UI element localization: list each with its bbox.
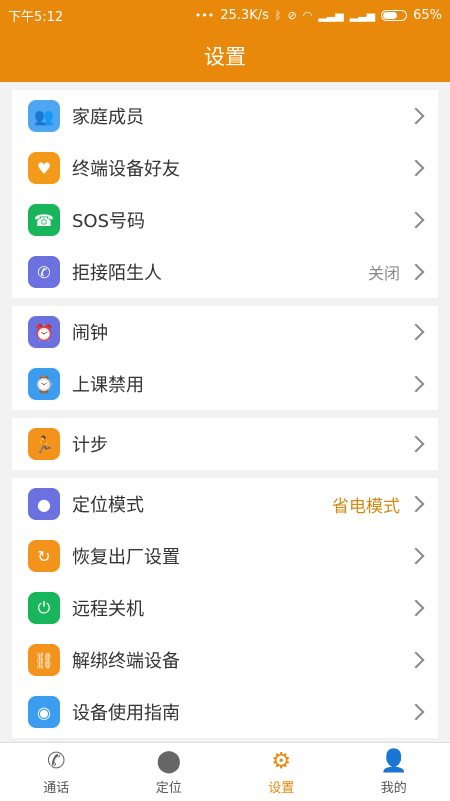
settings-item[interactable]: 👥 家庭成员 (12, 90, 438, 142)
network-speed: 25.3K/s (220, 8, 269, 23)
profile-icon: 👤 (381, 748, 407, 774)
tab-profile[interactable]: 👤 我的 (338, 743, 450, 801)
phone-icon: ✆ (43, 748, 69, 774)
chevron-right-icon (408, 264, 425, 281)
settings-item[interactable]: ⛓ 解绑终端设备 (12, 634, 438, 686)
settings-item[interactable]: ↻ 恢复出厂设置 (12, 530, 438, 582)
chevron-right-icon (408, 212, 425, 229)
settings-item-label: 解绑终端设备 (72, 647, 410, 673)
settings-group: 🏃 计步 (12, 418, 438, 470)
class-disable-icon: ⌚ (28, 368, 60, 400)
settings-item-label: 终端设备好友 (72, 155, 410, 181)
device-friend-icon: ♥ (28, 152, 60, 184)
settings-item-label: 家庭成员 (72, 103, 410, 129)
settings-item[interactable]: ⏰ 闹钟 (12, 306, 438, 358)
guide-icon: ◉ (28, 696, 60, 728)
alarm-icon: ⏰ (28, 316, 60, 348)
settings-item[interactable]: ♥ 终端设备好友 (12, 142, 438, 194)
chevron-right-icon (408, 376, 425, 393)
status-time: 下午5:12 (8, 6, 63, 25)
settings-item-label: 恢复出厂设置 (72, 543, 410, 569)
chevron-right-icon (408, 704, 425, 721)
settings-group: ● 定位模式省电模式 ↻ 恢复出厂设置 ⏻ 远程关机 ⛓ 解绑终端设备 ◉ 设备使用指南 (12, 478, 438, 738)
chevron-right-icon (408, 324, 425, 341)
chevron-right-icon (408, 436, 425, 453)
more-dots-icon: ••• (195, 9, 214, 22)
settings-item[interactable]: ☎ SOS号码 (12, 194, 438, 246)
mute-icon: ⊘ (287, 9, 296, 22)
tab-gear[interactable]: ⚙ 设置 (225, 743, 338, 801)
tab-label: 定位 (156, 777, 182, 796)
status-right: ••• 25.3K/s ᛒ ⊘ ◠ ▂▃▅ ▂▃▅ 65% (195, 8, 442, 23)
settings-item-label: 拒接陌生人 (72, 259, 368, 285)
page-title: 设置 (204, 41, 246, 71)
settings-item-value: 关闭 (368, 260, 400, 284)
reject-call-icon: ✆ (28, 256, 60, 288)
settings-item[interactable]: ⌚ 上课禁用 (12, 358, 438, 410)
settings-item-label: 定位模式 (72, 491, 332, 517)
family-icon: 👥 (28, 100, 60, 132)
settings-item-label: SOS号码 (72, 207, 410, 233)
factory-reset-icon: ↻ (28, 540, 60, 572)
bottom-tab-bar: ✆ 通话 ⬤ 定位 ⚙ 设置 👤 我的 (0, 742, 450, 801)
chevron-right-icon (408, 600, 425, 617)
settings-item[interactable]: ● 定位模式省电模式 (12, 478, 438, 530)
gear-icon: ⚙ (268, 748, 294, 774)
tab-label: 通话 (43, 777, 69, 796)
battery-percent: 65% (413, 8, 442, 23)
chevron-right-icon (408, 548, 425, 565)
settings-item[interactable]: ◉ 设备使用指南 (12, 686, 438, 738)
chevron-right-icon (408, 160, 425, 177)
settings-item[interactable]: ⏻ 远程关机 (12, 582, 438, 634)
signal-icon: ▂▃▅ (318, 9, 343, 22)
settings-item-label: 设备使用指南 (72, 699, 410, 725)
location-mode-icon: ● (28, 488, 60, 520)
battery-icon (381, 10, 407, 21)
chevron-right-icon (408, 652, 425, 669)
tab-label: 设置 (268, 777, 294, 796)
header: 设置 (0, 30, 450, 82)
chevron-right-icon (408, 496, 425, 513)
power-icon: ⏻ (28, 592, 60, 624)
tab-location-pin[interactable]: ⬤ 定位 (113, 743, 226, 801)
settings-item-value: 省电模式 (332, 492, 400, 517)
location-pin-icon: ⬤ (156, 748, 182, 774)
unbind-icon: ⛓ (28, 644, 60, 676)
settings-item-label: 闹钟 (72, 319, 410, 345)
settings-item-label: 上课禁用 (72, 371, 410, 397)
bluetooth-icon: ᛒ (275, 9, 282, 22)
status-bar: 下午5:12 ••• 25.3K/s ᛒ ⊘ ◠ ▂▃▅ ▂▃▅ 65% (0, 0, 450, 30)
step-counter-icon: 🏃 (28, 428, 60, 460)
tab-label: 我的 (381, 777, 407, 796)
settings-item[interactable]: 🏃 计步 (12, 418, 438, 470)
wifi-icon: ◠ (303, 9, 313, 22)
signal-icon-2: ▂▃▅ (350, 9, 375, 22)
settings-group: ⏰ 闹钟 ⌚ 上课禁用 (12, 306, 438, 410)
tab-phone[interactable]: ✆ 通话 (0, 743, 113, 801)
settings-group: 👥 家庭成员 ♥ 终端设备好友 ☎ SOS号码 ✆ 拒接陌生人关闭 (12, 90, 438, 298)
chevron-right-icon (408, 108, 425, 125)
settings-item-label: 远程关机 (72, 595, 410, 621)
sos-phone-icon: ☎ (28, 204, 60, 236)
settings-item[interactable]: ✆ 拒接陌生人关闭 (12, 246, 438, 298)
settings-list: 👥 家庭成员 ♥ 终端设备好友 ☎ SOS号码 ✆ 拒接陌生人关闭 ⏰ 闹钟 ⌚ 上课禁用 🏃 计步 ● 定位… (0, 82, 450, 742)
settings-item-label: 计步 (72, 431, 410, 457)
